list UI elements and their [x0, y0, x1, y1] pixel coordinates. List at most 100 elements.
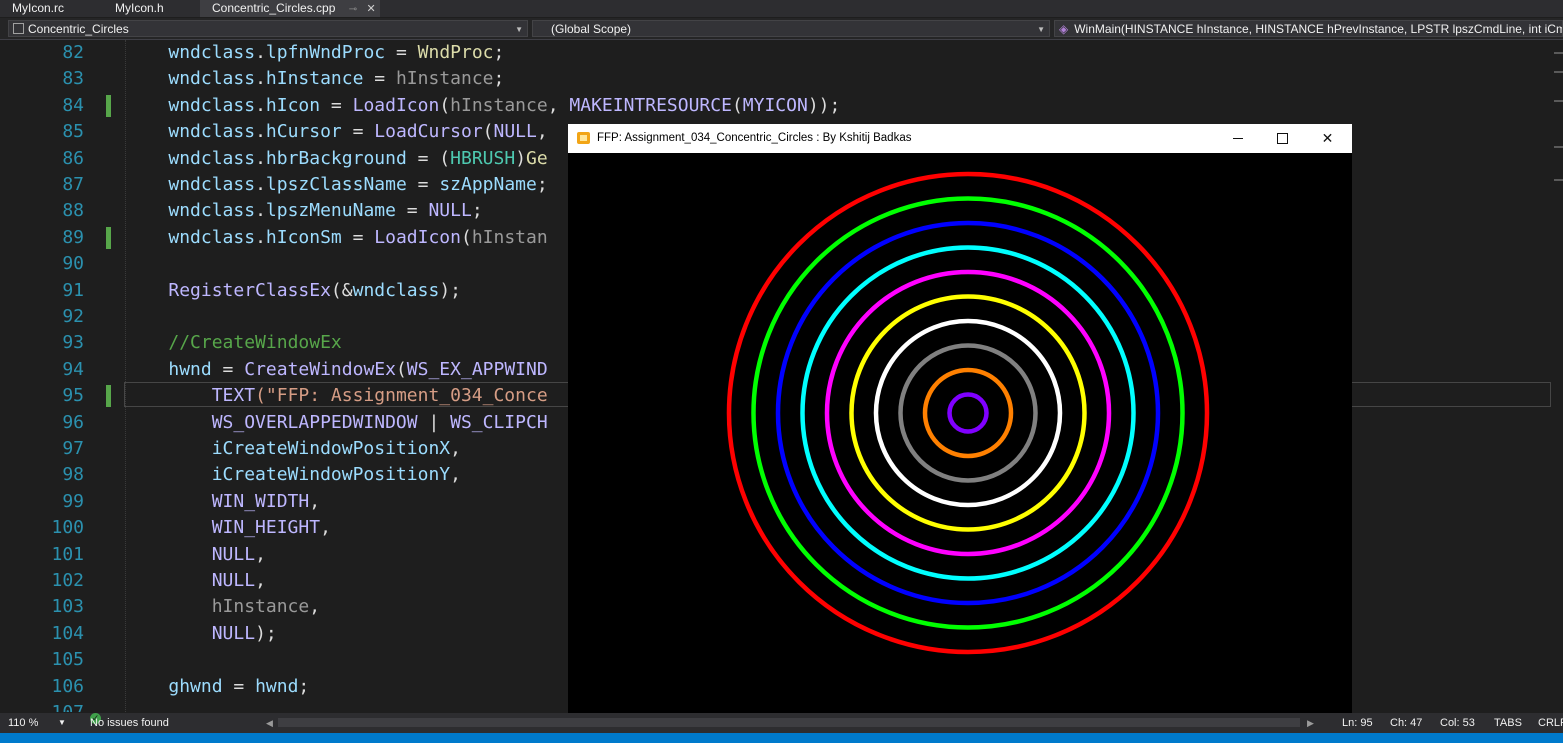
code-token: . — [255, 94, 266, 116]
code-token: . — [255, 121, 266, 143]
code-line[interactable]: iCreateWindowPositionX, — [125, 436, 461, 462]
vertical-scrollbar[interactable] — [1551, 40, 1563, 712]
code-token: RegisterClassEx — [168, 279, 331, 301]
tab-concentric-circles-cpp[interactable]: Concentric_Circles.cpp ⊸ ✕ — [200, 0, 380, 17]
code-token: //CreateWindowEx — [168, 332, 342, 354]
code-token: , — [309, 596, 321, 618]
line-number: 95 — [62, 385, 84, 407]
app-window[interactable]: FFP: Assignment_034_Concentric_Circles :… — [568, 124, 1352, 713]
close-tab-icon[interactable]: ✕ — [366, 3, 375, 15]
line-number: 86 — [62, 147, 84, 169]
scope-dropdown[interactable]: (Global Scope) ▼ — [532, 20, 1050, 37]
code-line[interactable]: wndclass.hInstance = hInstance; — [125, 66, 504, 92]
code-token: WndProc — [417, 42, 494, 63]
close-window-button[interactable]: ✕ — [1305, 124, 1350, 153]
code-line[interactable]: WIN_WIDTH, — [125, 489, 320, 515]
chevron-down-icon[interactable]: ▼ — [58, 713, 66, 733]
code-token: iCreateWindowPositionY — [211, 464, 451, 486]
line-number: 89 — [62, 226, 84, 248]
code-line[interactable]: wndclass.hbrBackground = (HBRUSH)Ge — [125, 146, 547, 172]
scroll-mark — [1554, 179, 1563, 181]
line-ending[interactable]: CRLF — [1538, 713, 1563, 733]
code-line[interactable]: iCreateWindowPositionY, — [125, 462, 461, 488]
line-number: 100 — [51, 517, 84, 539]
code-line[interactable]: NULL, — [125, 568, 266, 594]
code-token: ( — [395, 358, 407, 380]
code-token: hInstance — [211, 596, 310, 618]
code-token: = — [363, 68, 396, 90]
change-marker — [106, 226, 111, 249]
code-token: LoadCursor — [374, 121, 483, 143]
line-number: 107 — [20, 700, 84, 712]
code-line[interactable]: hInstance, — [125, 594, 320, 620]
project-dropdown[interactable]: Concentric_Circles ▼ — [8, 20, 528, 37]
project-label: Concentric_Circles — [28, 22, 129, 36]
code-token: . — [255, 226, 266, 248]
code-line[interactable]: wndclass.lpszClassName = szAppName; — [125, 172, 548, 198]
horizontal-scrollbar[interactable] — [278, 718, 1300, 727]
code-line[interactable]: wndclass.lpfnWndProc = WndProc; — [125, 40, 504, 66]
code-token: WS_EX_APPWIND — [406, 358, 548, 380]
code-token: ; — [536, 174, 548, 195]
line-number: 94 — [62, 358, 84, 380]
code-line[interactable]: wndclass.hIcon = LoadIcon(hInstance, MAK… — [125, 93, 840, 119]
tab-label: MyIcon.rc — [12, 1, 65, 15]
code-line[interactable]: ghwnd = hwnd; — [125, 674, 309, 700]
code-token: = ( — [406, 147, 451, 169]
tab-label: MyIcon.h — [115, 1, 164, 15]
line-number: 90 — [62, 253, 84, 275]
indent-mode[interactable]: TABS — [1494, 713, 1522, 733]
line-number: 96 — [62, 411, 84, 433]
code-token: lpfnWndProc — [265, 42, 386, 63]
code-token: hwnd — [168, 358, 212, 380]
line-number: 88 — [62, 200, 84, 222]
zoom-level[interactable]: 110 % — [8, 713, 38, 733]
code-token: lpszMenuName — [265, 200, 396, 222]
code-token: = — [406, 174, 440, 195]
maximize-button[interactable] — [1260, 124, 1305, 153]
code-line[interactable]: NULL); — [125, 621, 277, 647]
code-token: iCreateWindowPositionX — [211, 438, 451, 459]
tab-myicon-rc[interactable]: MyIcon.rc — [12, 0, 64, 17]
code-token: ; — [493, 68, 505, 90]
scroll-left-icon[interactable]: ◀ — [266, 713, 273, 733]
scroll-mark — [1554, 146, 1563, 148]
code-token: wndclass — [168, 121, 256, 143]
member-dropdown[interactable]: ◈ WinMain(HINSTANCE hInstance, HINSTANCE … — [1054, 20, 1563, 37]
code-token: hInstance — [450, 94, 548, 116]
member-label: WinMain(HINSTANCE hInstance, HINSTANCE h… — [1074, 22, 1563, 36]
code-line[interactable]: //CreateWindowEx — [125, 330, 342, 356]
code-token: = — [222, 675, 256, 697]
code-token: wndclass — [168, 42, 256, 63]
code-line[interactable]: wndclass.lpszMenuName = NULL; — [125, 198, 482, 224]
code-token: = — [341, 226, 375, 248]
chevron-down-icon: ▼ — [515, 25, 523, 34]
code-line[interactable]: RegisterClassEx(&wndclass); — [125, 278, 461, 304]
app-title-bar[interactable]: FFP: Assignment_034_Concentric_Circles :… — [568, 124, 1352, 153]
minimize-button[interactable] — [1215, 124, 1260, 153]
code-token: MYICON — [742, 94, 808, 116]
code-token: ); — [255, 622, 277, 644]
code-line[interactable]: wndclass.hCursor = LoadCursor(NULL, — [125, 119, 547, 145]
code-token: ) — [515, 147, 527, 169]
code-token: , — [450, 464, 461, 486]
code-line[interactable]: WS_OVERLAPPEDWINDOW | WS_CLIPCH — [125, 410, 548, 436]
code-line[interactable]: WIN_HEIGHT, — [125, 515, 331, 541]
code-line[interactable]: TEXT("FFP: Assignment_034_Conce — [125, 383, 548, 409]
code-line[interactable]: hwnd = CreateWindowEx(WS_EX_APPWIND — [125, 357, 548, 383]
tab-myicon-h[interactable]: MyIcon.h — [115, 0, 164, 17]
code-token: , — [450, 438, 461, 459]
code-line[interactable]: wndclass.hIconSm = LoadIcon(hInstan — [125, 225, 547, 251]
code-token: NULL — [211, 622, 256, 644]
code-token: hCursor — [265, 121, 342, 143]
code-line[interactable]: NULL, — [125, 542, 266, 568]
scroll-right-icon[interactable]: ▶ — [1307, 713, 1314, 733]
pin-icon[interactable]: ⊸ — [349, 4, 357, 15]
